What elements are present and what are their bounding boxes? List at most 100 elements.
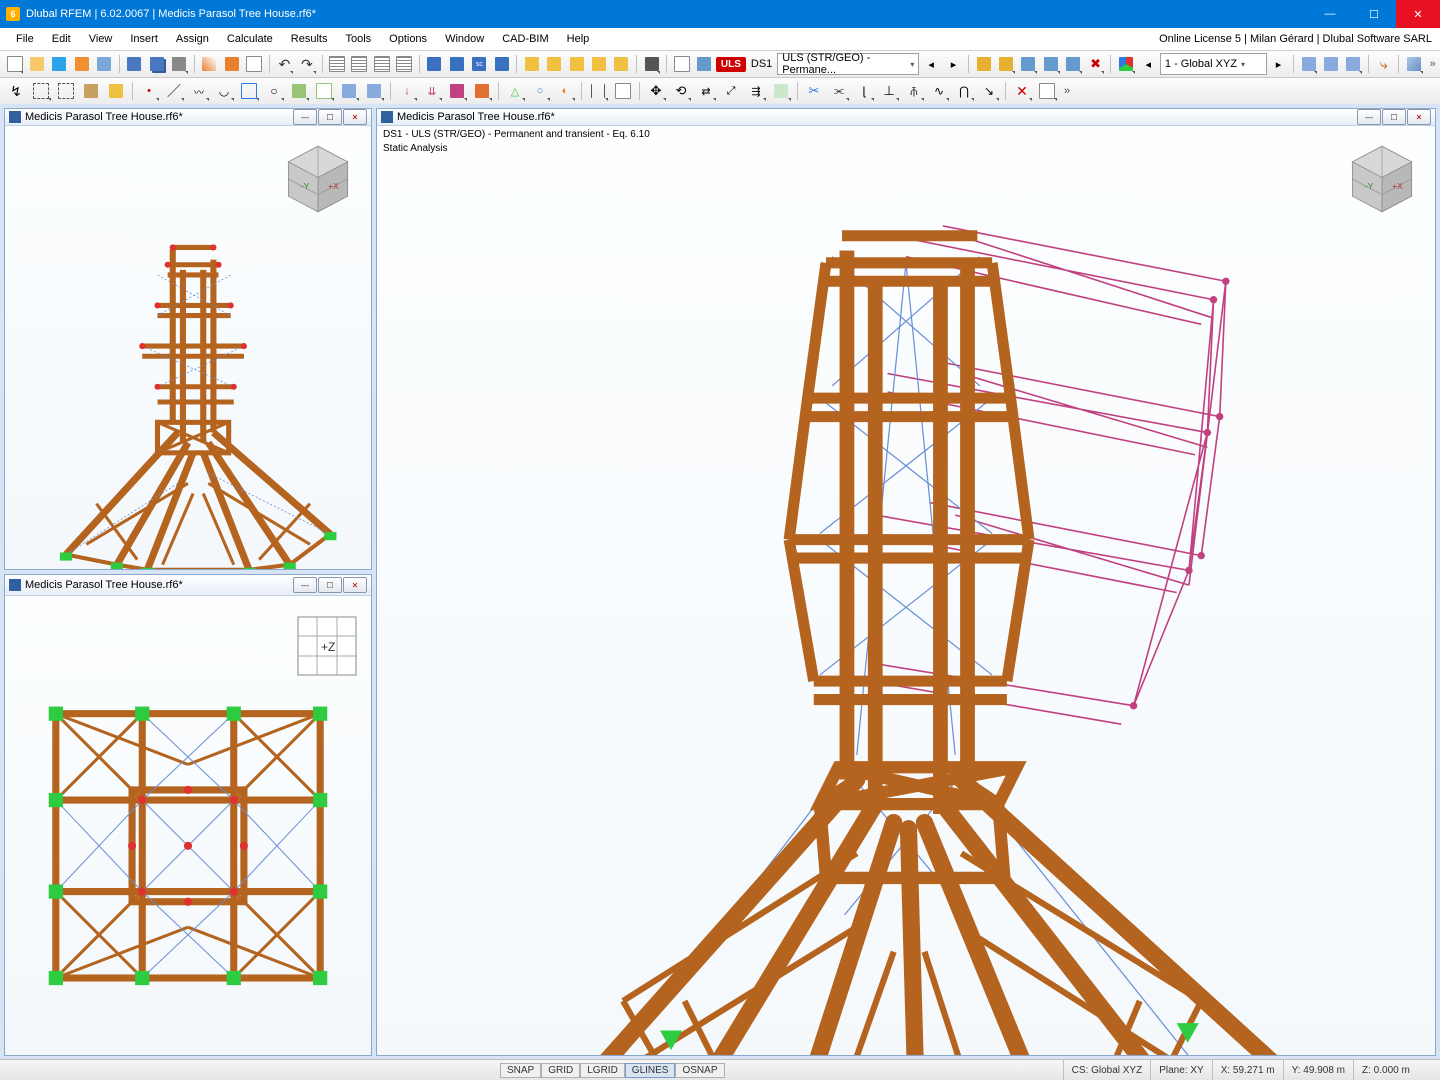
redo-button[interactable]: ↷ [296,52,317,76]
load-area-button[interactable] [445,79,469,103]
snap-glines-button[interactable]: GLINES [625,1063,676,1078]
menu-tools[interactable]: Tools [337,31,379,47]
split-button[interactable]: ∿ [927,79,951,103]
table-4-button[interactable] [394,52,415,76]
load-combo[interactable]: ULS (STR/GEO) - Permane...▾ [777,53,919,75]
undo-button[interactable]: ↶ [274,52,295,76]
panel-1-max-button[interactable]: ☐ [318,109,342,125]
panel-3-close-button[interactable]: ✕ [1407,109,1431,125]
menu-insert[interactable]: Insert [122,31,166,47]
calc-1-button[interactable] [424,52,445,76]
orbit-button[interactable] [611,52,632,76]
list-button[interactable] [244,52,265,76]
release-button[interactable]: ◐ [553,79,577,103]
extend-button[interactable]: ⊥ [877,79,901,103]
nav-cube-1[interactable]: -Y +X [279,140,357,218]
load-temp-button[interactable] [470,79,494,103]
load-node-button[interactable]: ↓ [395,79,419,103]
result-1-button[interactable] [973,52,994,76]
snap-lgrid-button[interactable]: LGRID [580,1063,625,1078]
solid-button[interactable] [337,79,361,103]
rotate-button[interactable]: ⟲ [669,79,693,103]
snap-grid-button[interactable]: GRID [541,1063,580,1078]
line-button[interactable]: ／ [162,79,186,103]
zoom-select-button[interactable] [544,52,565,76]
menu-assign[interactable]: Assign [168,31,217,47]
snap-snap-button[interactable]: SNAP [500,1063,541,1078]
close-button[interactable]: ✕ [1396,0,1440,28]
menu-options[interactable]: Options [381,31,435,47]
result-2-button[interactable] [995,52,1016,76]
toolbar-2-overflow-icon[interactable]: » [1064,85,1070,97]
select-filter-button[interactable] [104,79,128,103]
comment-button[interactable] [611,79,635,103]
menu-view[interactable]: View [81,31,121,47]
offset-button[interactable]: ⇶ [744,79,768,103]
toolbar-overflow-icon[interactable]: » [1430,58,1436,70]
extrude-button[interactable] [769,79,793,103]
loadcase-prev-button[interactable]: ◂ [920,52,941,76]
result-3-button[interactable] [1018,52,1039,76]
delete-button[interactable]: ✕ [1010,79,1034,103]
cs-combo[interactable]: 1 - Global XYZ▾ [1160,53,1267,75]
select-poly-button[interactable] [54,79,78,103]
join-button[interactable]: ⫚ [902,79,926,103]
clip-2-button[interactable] [1320,52,1341,76]
menu-results[interactable]: Results [283,31,336,47]
move-button[interactable]: ✥ [644,79,668,103]
loadcase-nav-button[interactable] [671,52,692,76]
ucs-prev-button[interactable]: ◂ [1138,52,1159,76]
panel-3-min-button[interactable]: — [1357,109,1381,125]
open-button[interactable] [26,52,47,76]
panel-1-min-button[interactable]: — [293,109,317,125]
menu-cad-bim[interactable]: CAD-BIM [494,31,556,47]
menu-calculate[interactable]: Calculate [219,31,281,47]
viewport-1[interactable]: -Y +X [5,126,371,570]
scale-button[interactable]: ⤢ [719,79,743,103]
intersect-button[interactable]: ⋂ [952,79,976,103]
dimension-button[interactable] [586,79,610,103]
surface-create-button[interactable] [287,79,311,103]
snap-osnap-button[interactable]: OSNAP [675,1063,724,1078]
panel-1-close-button[interactable]: ✕ [343,109,367,125]
circle-button[interactable]: ○ [262,79,286,103]
pan-button[interactable] [588,52,609,76]
calc-2-button[interactable] [446,52,467,76]
panel-2-min-button[interactable]: — [293,577,317,593]
project-button[interactable]: ↘ [977,79,1001,103]
result-5-button[interactable] [1063,52,1084,76]
trim-button[interactable]: ɭ [852,79,876,103]
result-4-button[interactable] [1040,52,1061,76]
save-button[interactable] [124,52,145,76]
nav-grid[interactable]: +Z [297,616,357,676]
save-all-button[interactable] [146,52,167,76]
ucs-next-button[interactable]: ▸ [1268,52,1289,76]
ucs-button[interactable] [1115,52,1136,76]
maximize-button[interactable]: ☐ [1352,0,1396,28]
find-button[interactable]: ⤷ [1373,52,1394,76]
viewport-main[interactable]: DS1 - ULS (STR/GEO) - Permanent and tran… [377,126,1435,1056]
support-button[interactable]: △ [503,79,527,103]
zoom-window-button[interactable] [566,52,587,76]
table-1-button[interactable] [326,52,347,76]
clip-3-button[interactable] [1343,52,1364,76]
panel-3-max-button[interactable]: ☐ [1382,109,1406,125]
model-button[interactable] [71,52,92,76]
polyline-button[interactable]: 〰 [187,79,211,103]
isometric-button[interactable] [1403,52,1424,76]
print-button[interactable] [169,52,190,76]
config-button[interactable] [94,52,115,76]
select-view-button[interactable] [79,79,103,103]
select-button[interactable]: ↯ [4,79,28,103]
nav-cube-main[interactable]: -Y +X [1343,140,1421,218]
number-button[interactable] [1035,79,1059,103]
menu-help[interactable]: Help [559,31,598,47]
connect-button[interactable]: ⫘ [827,79,851,103]
table-2-button[interactable] [349,52,370,76]
viewport-2[interactable]: +Z [5,596,371,1055]
result-del-button[interactable]: ✖ [1085,52,1106,76]
block-button[interactable] [49,52,70,76]
minimize-button[interactable]: — [1308,0,1352,28]
table-3-button[interactable] [371,52,392,76]
new-button[interactable] [4,52,25,76]
